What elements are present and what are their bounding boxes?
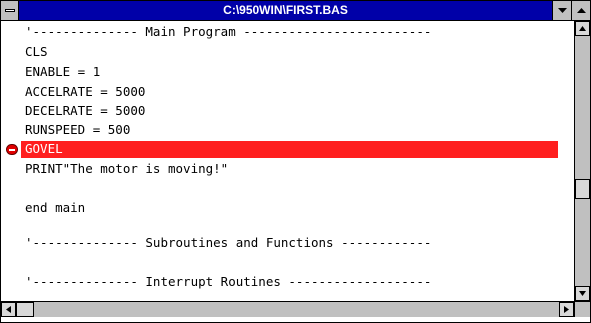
- window-bottom-edge: [1, 317, 590, 322]
- code-line: '-------------- Main Program -----------…: [25, 24, 432, 39]
- code-line: end main: [25, 200, 86, 215]
- code-line: '-------------- Interrupt Routines -----…: [25, 274, 432, 289]
- triangle-up-icon: [576, 7, 586, 13]
- code-line: DECELRATE = 5000: [25, 103, 146, 118]
- horizontal-scroll-thumb[interactable]: [16, 302, 34, 317]
- code-line: ENABLE = 1: [25, 64, 101, 79]
- window-title: C:\950WIN\FIRST.BAS: [223, 3, 348, 17]
- code-editor[interactable]: '-------------- Main Program -----------…: [1, 21, 574, 301]
- vertical-scroll-thumb[interactable]: [575, 179, 590, 199]
- editor-window: C:\950WIN\FIRST.BAS '-------------- Main…: [0, 0, 591, 323]
- code-line: PRINT"The motor is moving!": [25, 161, 229, 176]
- code-line: RUNSPEED = 500: [25, 122, 131, 137]
- code-line: CLS: [25, 44, 48, 59]
- code-line: '-------------- Subroutines and Function…: [25, 235, 432, 250]
- minimize-button[interactable]: [552, 1, 571, 20]
- maximize-button[interactable]: [571, 1, 590, 20]
- breakpoint-icon[interactable]: [6, 144, 18, 155]
- current-line-highlight: [21, 141, 558, 158]
- scroll-right-button[interactable]: [559, 302, 574, 317]
- code-line: ACCELRATE = 5000: [25, 84, 146, 99]
- triangle-down-icon: [579, 291, 586, 296]
- triangle-down-icon: [557, 7, 567, 13]
- scroll-up-button[interactable]: [575, 21, 590, 36]
- system-menu-icon[interactable]: [1, 1, 19, 20]
- horizontal-scrollbar[interactable]: [1, 301, 574, 317]
- scroll-down-button[interactable]: [575, 286, 590, 301]
- scroll-left-button[interactable]: [1, 302, 16, 317]
- triangle-left-icon: [6, 306, 11, 313]
- code-line-highlighted: GOVEL: [25, 141, 63, 156]
- triangle-up-icon: [579, 26, 586, 31]
- title-bar[interactable]: C:\950WIN\FIRST.BAS: [1, 1, 590, 21]
- vertical-scrollbar[interactable]: [574, 21, 590, 301]
- triangle-right-icon: [564, 306, 569, 313]
- scrollbar-corner: [574, 301, 590, 317]
